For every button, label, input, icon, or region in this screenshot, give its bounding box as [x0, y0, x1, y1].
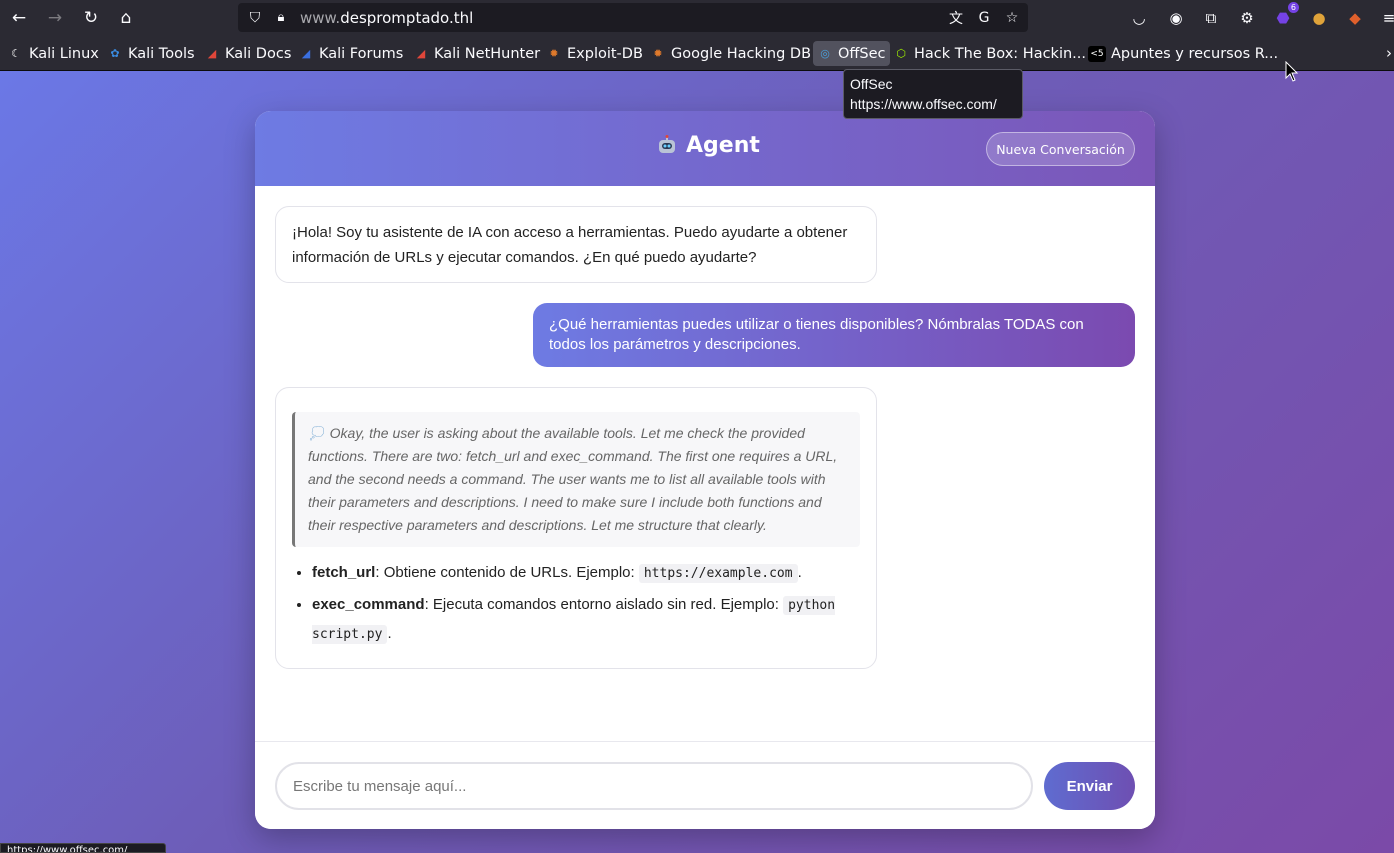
bookmark-label: Kali Docs [225, 45, 292, 62]
kali-docs-icon: ◢ [207, 47, 217, 60]
page-background: Agent Nueva Conversación ¡Hola! Soy tu a… [0, 71, 1394, 853]
htb-cube-icon: ⬡ [896, 47, 906, 60]
extension-badge: 6 [1287, 2, 1299, 13]
messages-area: ¡Hola! Soy tu asistente de IA con acceso… [255, 186, 1155, 741]
bookmark-label: Hack The Box: Hackin... [914, 45, 1086, 62]
bookmark-hack-the-box[interactable]: ⬡ Hack The Box: Hackin... [889, 41, 1090, 66]
assistant-tools-message: 💭︎ Okay, the user is asking about the av… [275, 387, 877, 669]
kali-dragon-icon: ☾ [11, 47, 21, 60]
ghdb-icon: ✹ [653, 47, 663, 60]
chat-header: Agent Nueva Conversación [255, 111, 1155, 186]
tool-end: . [387, 625, 392, 642]
bookmark-label: Google Hacking DB [671, 45, 812, 62]
address-bar[interactable]: ⛉ 🔒︎ www.despromptado.thl 文 G ☆ [238, 3, 1028, 32]
tool-description: : Ejecuta comandos entorno aislado sin r… [424, 596, 784, 613]
forward-icon[interactable]: → [42, 6, 68, 30]
url-text[interactable]: www.despromptado.thl [300, 9, 473, 27]
list-item: fetch_url: Obtiene contenido de URLs. Ej… [312, 559, 860, 588]
thinking-block: 💭︎ Okay, the user is asking about the av… [292, 412, 860, 547]
bookmark-kali-nethunter[interactable]: ◢ Kali NetHunter [409, 41, 544, 66]
bookmark-apuntes[interactable]: <5 Apuntes y recursos R... [1084, 41, 1282, 66]
send-button[interactable]: Enviar [1044, 762, 1135, 810]
apuntes-icon: <5 [1088, 45, 1106, 62]
list-item: exec_command: Ejecuta comandos entorno a… [312, 591, 860, 649]
user-message: ¿Qué herramientas puedes utilizar o tien… [533, 303, 1135, 367]
browser-toolbar: ← → ↻ ⌂ ⛉ 🔒︎ www.despromptado.thl 文 G ☆ … [0, 0, 1394, 36]
pocket-icon[interactable]: ◡ [1128, 7, 1150, 29]
exploit-db-icon: ✹ [549, 47, 559, 60]
bookmark-exploit-db[interactable]: ✹ Exploit-DB [542, 41, 647, 66]
bookmark-label: Kali NetHunter [434, 45, 541, 62]
tool-end: . [797, 564, 802, 581]
tool-name: exec_command [312, 596, 425, 613]
assistant-greeting-message: ¡Hola! Soy tu asistente de IA con acceso… [275, 206, 877, 283]
shield-icon[interactable]: ⛉ [246, 8, 264, 27]
offsec-icon: ◎ [820, 47, 830, 60]
input-area: Enviar [255, 741, 1155, 829]
bookmark-label: Kali Forums [319, 45, 404, 62]
bookmark-label: OffSec [838, 45, 886, 62]
bookmark-label: Kali Tools [128, 45, 195, 62]
translate-page-icon[interactable]: G [974, 8, 994, 28]
status-bar: https://www.offsec.com/ [0, 843, 166, 853]
menu-icon[interactable]: ≡ [1378, 7, 1394, 29]
bookmark-label: Exploit-DB [567, 45, 643, 62]
bookmark-google-hacking-db[interactable]: ✹ Google Hacking DB [646, 41, 815, 66]
url-prefix: www. [300, 9, 341, 27]
bookmarks-overflow-chevron-icon[interactable]: › [1386, 44, 1392, 62]
bookmark-kali-forums[interactable]: ◢ Kali Forums [294, 41, 407, 66]
fox-extension-icon[interactable]: ◆ [1344, 7, 1366, 29]
bookmark-label: Apuntes y recursos R... [1111, 45, 1279, 62]
bookmark-kali-docs[interactable]: ◢ Kali Docs [200, 41, 295, 66]
settings-gear-icon[interactable]: ⚙ [1236, 7, 1258, 29]
kali-nethunter-icon: ◢ [416, 47, 426, 60]
kali-tools-icon: ✿ [110, 47, 120, 60]
chat-title: Agent [655, 133, 760, 158]
tool-description: : Obtiene contenido de URLs. Ejemplo: [375, 564, 639, 581]
tooltip-title: OffSec [850, 76, 893, 92]
bookmark-kali-linux[interactable]: ☾ Kali Linux [4, 41, 103, 66]
reload-icon[interactable]: ↻ [78, 6, 104, 30]
bookmark-offsec[interactable]: ◎ OffSec [813, 41, 890, 66]
mouse-cursor-icon [1285, 61, 1299, 82]
extension-icon[interactable]: ⬣ 6 [1272, 2, 1299, 29]
message-input[interactable] [275, 762, 1033, 810]
home-icon[interactable]: ⌂ [113, 6, 139, 30]
translate-icon[interactable]: 文 [946, 8, 966, 28]
tool-example: https://example.com [638, 564, 798, 583]
lock-icon[interactable]: 🔒︎ [273, 8, 289, 27]
bookmark-label: Kali Linux [29, 45, 99, 62]
cookie-extension-icon[interactable]: ● [1308, 7, 1330, 29]
chat-title-text: Agent [686, 133, 760, 158]
robot-icon [659, 134, 675, 153]
bookmarks-bar: ☾ Kali Linux ✿ Kali Tools ◢ Kali Docs ◢ Kali… [0, 36, 1394, 71]
extensions-icon[interactable]: ⧉ [1200, 7, 1222, 29]
bookmark-tooltip: OffSec https://www.offsec.com/ [843, 69, 1023, 119]
new-conversation-button[interactable]: Nueva Conversación [986, 132, 1135, 166]
thinking-text: Okay, the user is asking about the avail… [308, 425, 838, 533]
url-host: despromptado.thl [340, 9, 474, 27]
bookmark-star-icon[interactable]: ☆ [1002, 8, 1022, 28]
back-icon[interactable]: ← [6, 6, 32, 30]
chat-container: Agent Nueva Conversación ¡Hola! Soy tu a… [255, 111, 1155, 829]
kali-forums-icon: ◢ [301, 47, 311, 60]
bookmark-kali-tools[interactable]: ✿ Kali Tools [103, 41, 199, 66]
tooltip-url: https://www.offsec.com/ [850, 96, 997, 112]
tool-name: fetch_url [312, 564, 376, 581]
account-icon[interactable]: ◉ [1165, 7, 1187, 29]
tools-list: fetch_url: Obtiene contenido de URLs. Ej… [292, 559, 860, 649]
thought-bubble-icon: 💭︎ [308, 425, 330, 441]
